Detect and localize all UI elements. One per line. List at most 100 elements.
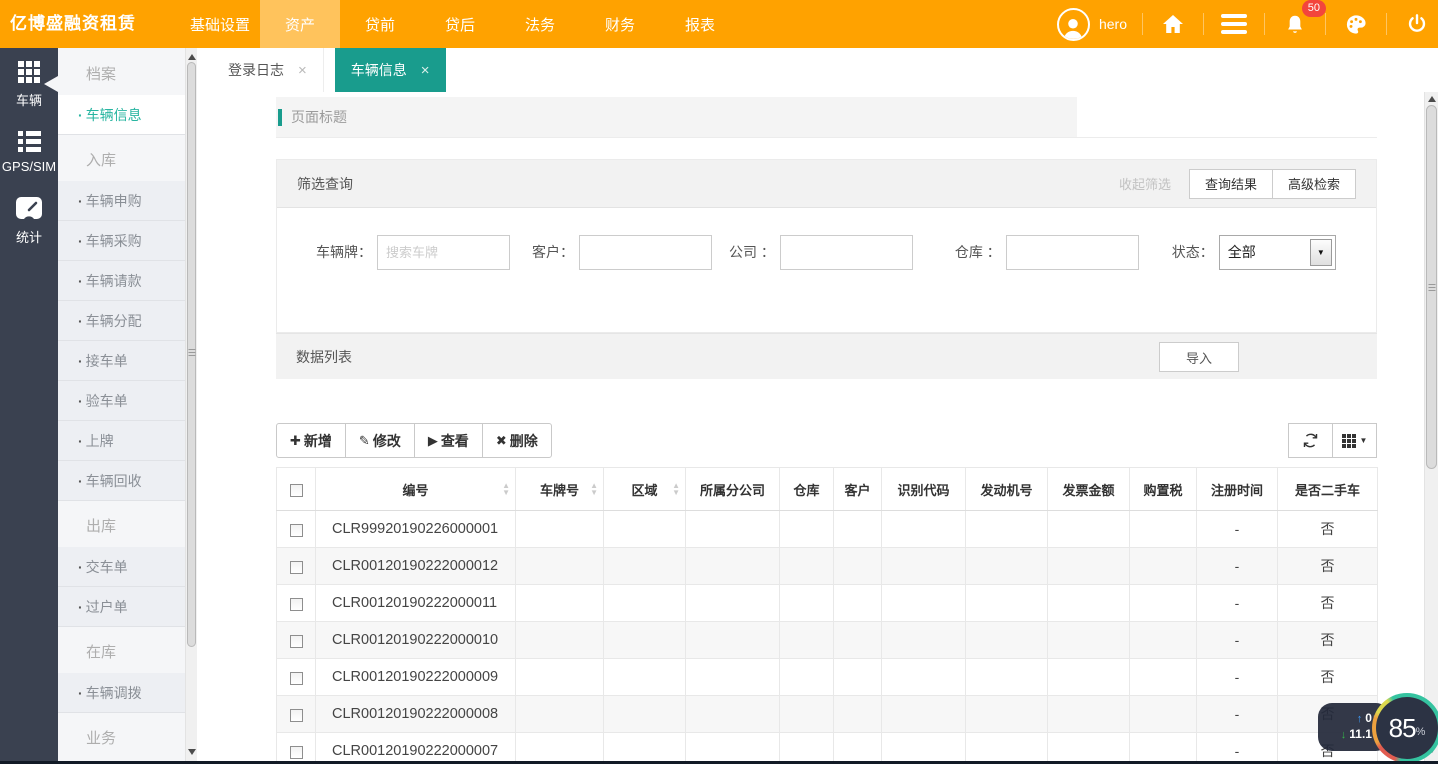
add-button[interactable]: ✚ 新增 [276, 423, 346, 458]
page-title-section: 页面标题 [276, 97, 1377, 138]
table-row[interactable]: CLR00120190222000012 - 否 [277, 548, 1378, 585]
col-header-vin[interactable]: 识别代码 [882, 468, 966, 511]
submenu-item-vehicle-dispatch[interactable]: · 车辆调拨 [58, 673, 197, 713]
cell-id: CLR00120190222000008 [316, 696, 516, 733]
sort-icons[interactable]: ▲▼ [502, 482, 510, 496]
resource-percent-gauge[interactable]: 85 % [1372, 693, 1438, 763]
table-row[interactable]: CLR00120190222000008 - 否 [277, 696, 1378, 733]
submenu-item-transfer-order[interactable]: · 过户单 [58, 587, 197, 627]
customer-field-label: 客户： [532, 242, 574, 262]
row-checkbox[interactable] [290, 524, 303, 537]
plate-search-input[interactable] [377, 235, 510, 270]
row-checkbox[interactable] [290, 561, 303, 574]
import-button[interactable]: 导入 [1159, 342, 1239, 372]
menu-item-base-settings[interactable]: 基础设置 [180, 0, 260, 48]
submenu-item-vehicle-payment[interactable]: · 车辆请款 [58, 261, 197, 301]
col-header-engine[interactable]: 发动机号 [966, 468, 1048, 511]
tab-login-log[interactable]: 登录日志 × [212, 48, 324, 92]
avatar[interactable] [1057, 8, 1090, 41]
table-row[interactable]: CLR00120190222000009 - 否 [277, 659, 1378, 696]
data-list-title: 数据列表 [296, 347, 352, 367]
menu-item-assets[interactable]: 资产 [260, 0, 340, 48]
submenu-item-plate-registration[interactable]: · 上牌 [58, 421, 197, 461]
company-input[interactable] [780, 235, 913, 270]
row-checkbox[interactable] [290, 635, 303, 648]
submenu-item-vehicle-purchase[interactable]: · 车辆采购 [58, 221, 197, 261]
submenu-header-instock: 在库 [58, 633, 197, 673]
cell-register-time: - [1197, 659, 1278, 696]
collapse-filter-link[interactable]: 收起筛选 [1119, 174, 1171, 193]
notifications-bell-icon[interactable]: 50 [1280, 9, 1310, 39]
col-header-register-time[interactable]: 注册时间 [1197, 468, 1278, 511]
home-icon[interactable] [1158, 9, 1188, 39]
cross-icon: ✖ [496, 433, 507, 449]
view-button[interactable]: ▶ 查看 [414, 423, 483, 458]
menu-item-post-loan[interactable]: 贷后 [420, 0, 500, 48]
col-header-invoice-amount[interactable]: 发票金额 [1048, 468, 1130, 511]
tab-vehicle-info[interactable]: 车辆信息 × [335, 48, 446, 92]
table-row[interactable]: CLR00120190222000007 - 否 [277, 733, 1378, 762]
table-toolbar: ✚ 新增 ✎ 修改 ▶ 查看 ✖ 删除 [276, 423, 1377, 458]
chevron-down-icon[interactable]: ▼ [1310, 239, 1332, 266]
sort-icons[interactable]: ▲▼ [590, 482, 598, 496]
col-header-customer[interactable]: 客户 [834, 468, 882, 511]
top-navbar: 亿博盛融资租赁 基础设置 资产 贷前 贷后 法务 财务 报表 hero [0, 0, 1438, 48]
submenu-item-delivery-order[interactable]: · 交车单 [58, 547, 197, 587]
menu-item-legal[interactable]: 法务 [500, 0, 580, 48]
theme-palette-icon[interactable] [1341, 9, 1371, 39]
advanced-search-button[interactable]: 高级检索 [1272, 169, 1356, 199]
menu-item-reports[interactable]: 报表 [660, 0, 740, 48]
warehouse-input[interactable] [1006, 235, 1139, 270]
tab-bar: 登录日志 × 车辆信息 × [197, 48, 1438, 92]
col-header-plate[interactable]: 车牌号 ▲▼ [516, 468, 604, 511]
col-header-secondhand[interactable]: 是否二手车 [1278, 468, 1378, 511]
filter-panel: 筛选查询 收起筛选 查询结果 高级检索 车辆牌： 客户： 公司 ： 仓库 ： [276, 159, 1377, 333]
menu-item-finance[interactable]: 财务 [580, 0, 660, 48]
col-header-warehouse[interactable]: 仓库 [780, 468, 834, 511]
edit-button[interactable]: ✎ 修改 [345, 423, 415, 458]
customer-input[interactable] [579, 235, 712, 270]
submenu-item-pickup-order[interactable]: · 接车单 [58, 341, 197, 381]
col-header-region[interactable]: 区域 ▲▼ [604, 468, 686, 511]
username[interactable]: hero [1099, 16, 1127, 32]
col-header-purchase-tax[interactable]: 购置税 [1130, 468, 1197, 511]
rail-item-statistics[interactable]: 统计 [0, 183, 58, 255]
close-icon[interactable]: × [298, 62, 307, 79]
row-checkbox[interactable] [290, 709, 303, 722]
page-scrollbar[interactable] [1424, 92, 1438, 761]
delete-button[interactable]: ✖ 删除 [482, 423, 552, 458]
page-scrollbar-thumb[interactable] [1426, 105, 1437, 469]
download-speed: 11.1 [1349, 727, 1372, 742]
submenu-item-inspection-order[interactable]: · 验车单 [58, 381, 197, 421]
submenu-scrollbar-thumb[interactable] [187, 62, 196, 647]
row-checkbox[interactable] [290, 672, 303, 685]
col-header-id[interactable]: 编号 ▲▼ [316, 468, 516, 511]
row-checkbox[interactable] [290, 746, 303, 759]
scroll-up-icon[interactable] [1428, 96, 1436, 102]
hamburger-menu-icon[interactable] [1219, 9, 1249, 39]
submenu-item-vehicle-info[interactable]: · 车辆信息 [58, 95, 197, 135]
table-row[interactable]: CLR99920190226000001 - 否 [277, 511, 1378, 548]
scroll-up-icon[interactable] [188, 54, 196, 60]
rail-item-gps-sim[interactable]: GPS/SIM [0, 118, 58, 183]
submenu-item-vehicle-recycle[interactable]: · 车辆回收 [58, 461, 197, 501]
chevron-down-icon: ▼ [1360, 436, 1368, 445]
submenu-item-vehicle-apply[interactable]: · 车辆申购 [58, 181, 197, 221]
submenu-item-vehicle-allocation[interactable]: · 车辆分配 [58, 301, 197, 341]
select-all-checkbox[interactable] [290, 484, 303, 497]
table-row[interactable]: CLR00120190222000010 - 否 [277, 622, 1378, 659]
sort-icons[interactable]: ▲▼ [672, 482, 680, 496]
submenu-scrollbar[interactable] [185, 48, 197, 761]
logout-power-icon[interactable] [1402, 9, 1432, 39]
menu-item-pre-loan[interactable]: 贷前 [340, 0, 420, 48]
columns-button[interactable]: ▼ [1332, 423, 1377, 458]
table-row[interactable]: CLR00120190222000011 - 否 [277, 585, 1378, 622]
bullet-icon: · [78, 193, 83, 209]
col-header-branch[interactable]: 所属分公司 [686, 468, 780, 511]
close-icon[interactable]: × [421, 62, 430, 79]
scroll-down-icon[interactable] [188, 749, 196, 755]
row-checkbox[interactable] [290, 598, 303, 611]
status-select[interactable]: 全部 ▼ [1219, 235, 1336, 270]
refresh-button[interactable] [1288, 423, 1333, 458]
query-results-button[interactable]: 查询结果 [1189, 169, 1273, 199]
